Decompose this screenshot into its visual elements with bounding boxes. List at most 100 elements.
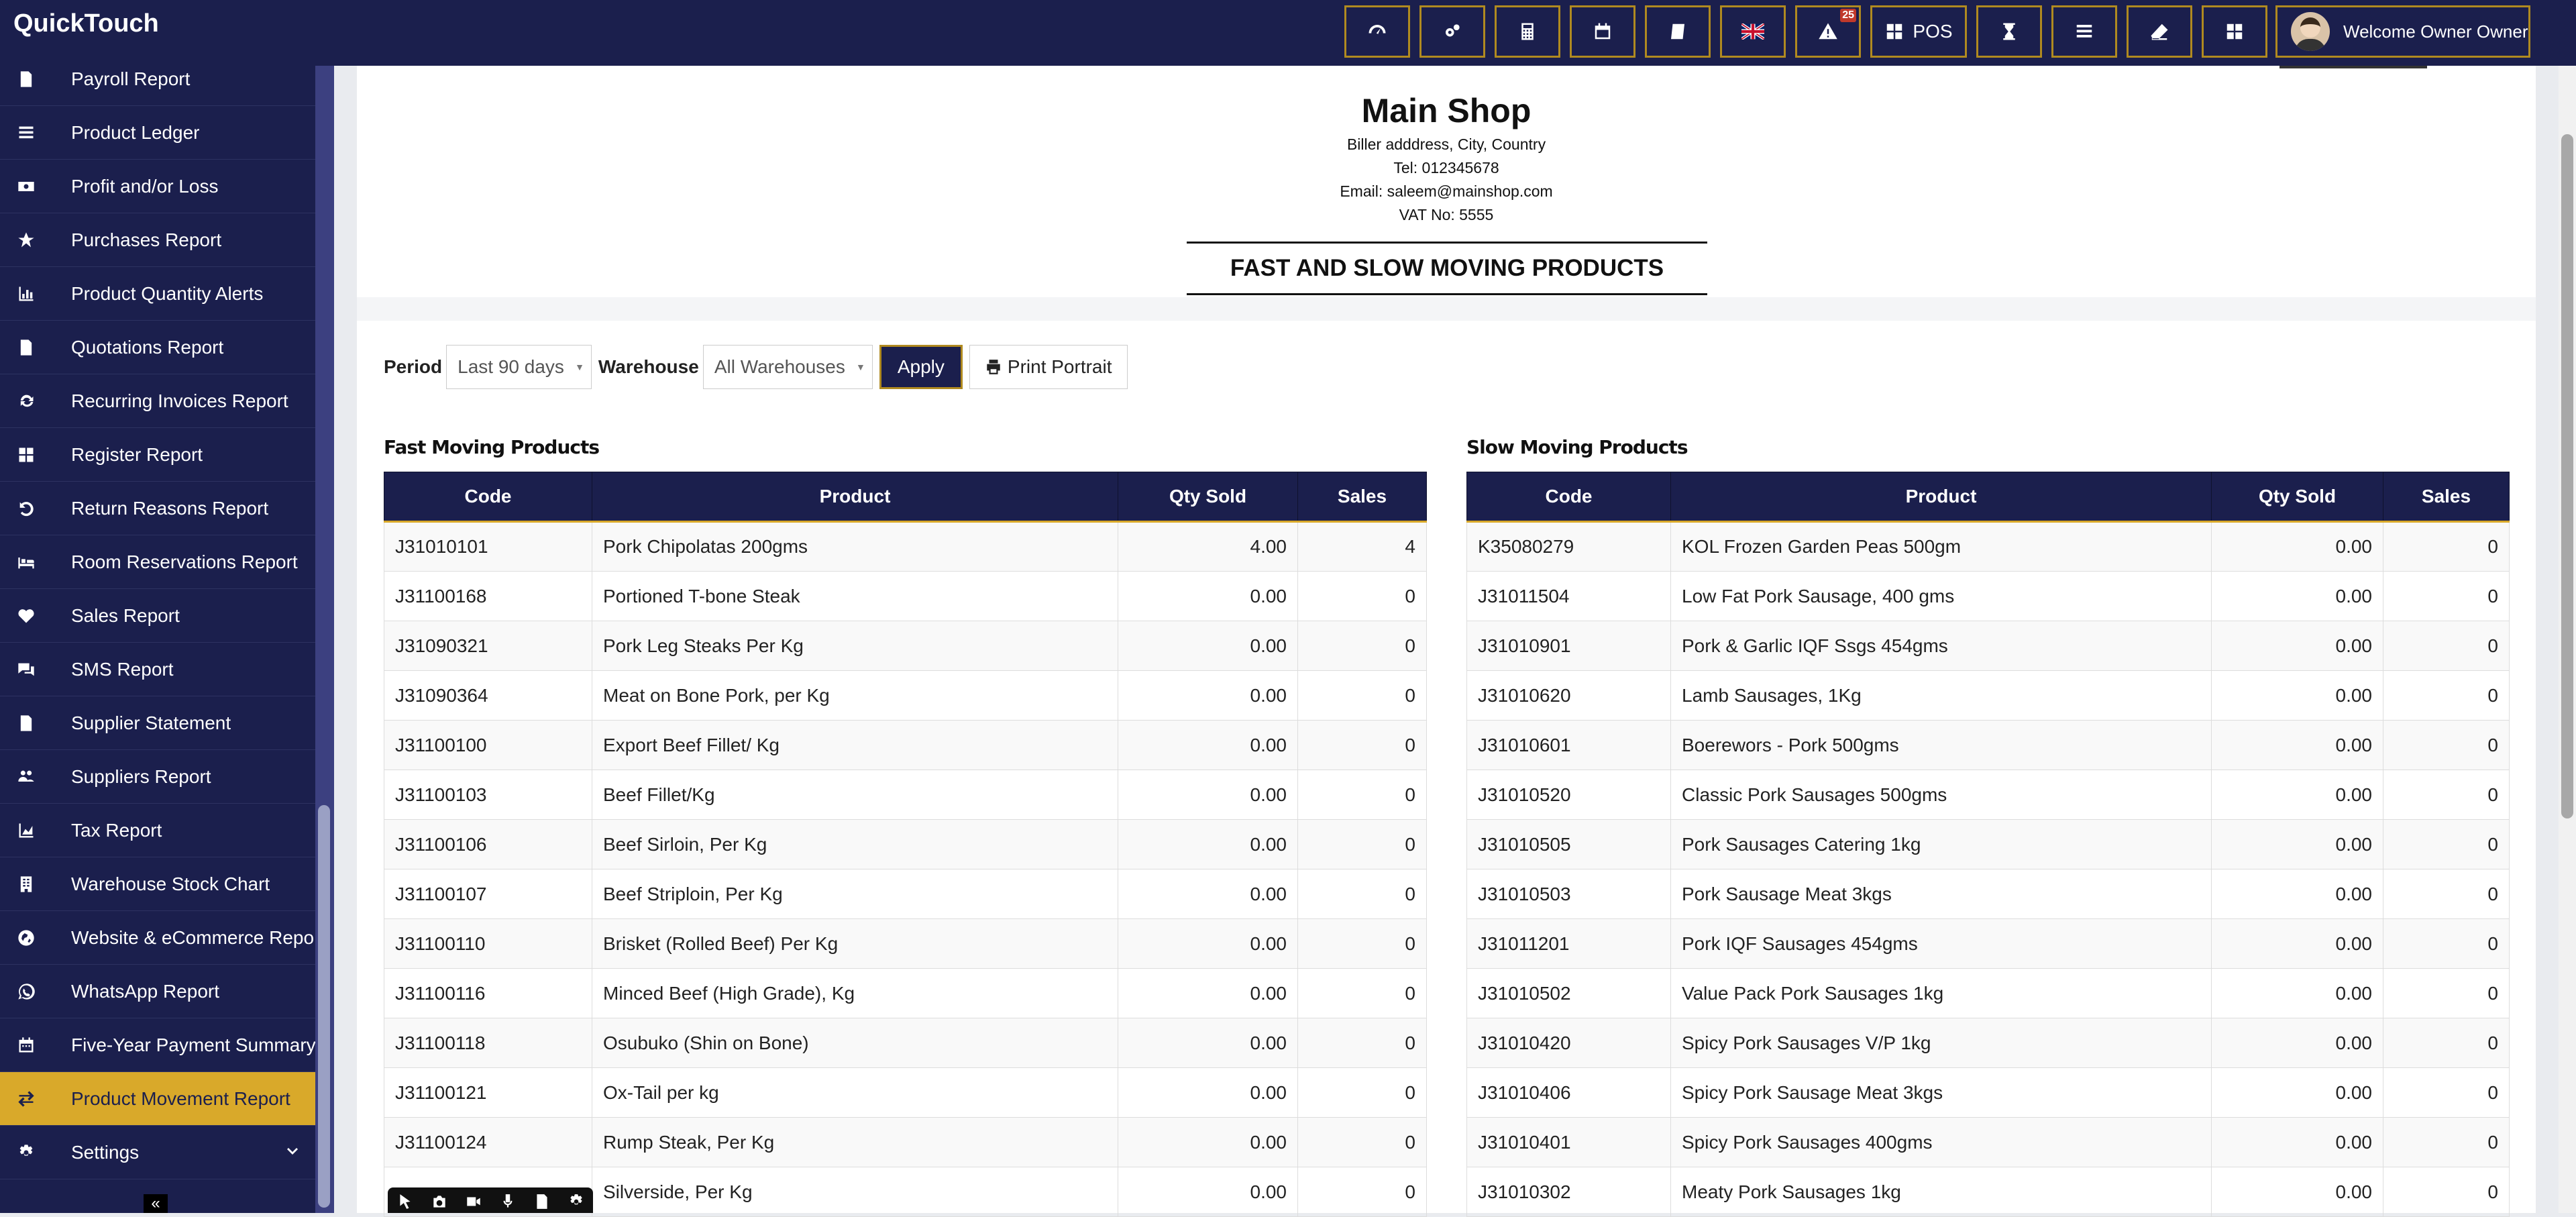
product-cell: Spicy Pork Sausage Meat 3kgs <box>1670 1067 2212 1118</box>
list-button[interactable] <box>2051 5 2117 58</box>
calendar-icon <box>1595 23 1611 40</box>
qty-sold-cell: 0.00 <box>1118 1067 1298 1118</box>
exchange-icon <box>16 1089 36 1109</box>
period-select[interactable]: Last 90 days <box>446 345 592 389</box>
qty-sold-cell: 0.00 <box>1118 571 1298 621</box>
page-scrollbar-thumb[interactable] <box>2561 134 2573 818</box>
column-header-qty-sold[interactable]: Qty Sold <box>1118 472 1298 523</box>
warehouse-select[interactable]: All Warehouses <box>702 345 873 389</box>
grid-icon <box>16 445 36 465</box>
alerts-button[interactable]: 25 <box>1795 5 1861 58</box>
sidebar-item-register-report[interactable]: Register Report <box>0 428 315 482</box>
sidebar-item-room-reservations-report[interactable]: Room Reservations Report <box>0 535 315 589</box>
qty-sold-cell: 0.00 <box>2211 1117 2383 1167</box>
hourglass-button[interactable] <box>1976 5 2042 58</box>
sales-cell: 0 <box>1297 670 1427 721</box>
qty-sold-cell: 0.00 <box>2211 968 2383 1018</box>
sidebar-item-payroll-report[interactable]: Payroll Report <box>0 66 315 106</box>
sidebar-item-supplier-statement[interactable]: Supplier Statement <box>0 696 315 750</box>
dashboard-button[interactable] <box>1344 5 1410 58</box>
qty-sold-cell: 0.00 <box>2211 819 2383 869</box>
sidebar-item-profit-and-or-loss[interactable]: Profit and/or Loss <box>0 160 315 213</box>
apply-button[interactable]: Apply <box>879 345 963 389</box>
sidebar-item-product-ledger[interactable]: Product Ledger <box>0 106 315 160</box>
sidebar-item-quotations-report[interactable]: Quotations Report <box>0 321 315 374</box>
table-row: K35080279 KOL Frozen Garden Peas 500gm 0.0… <box>1466 521 2510 572</box>
sidebar-item-whatsapp-report[interactable]: WhatsApp Report <box>0 965 315 1018</box>
column-header-code[interactable]: Code <box>1466 472 1671 523</box>
warehouse-label: Warehouse <box>598 356 699 377</box>
money-icon <box>16 176 36 197</box>
sales-cell: 0 <box>1297 1067 1427 1118</box>
microphone-button[interactable] <box>499 1193 517 1208</box>
dashboard-icon <box>1368 25 1386 34</box>
document-button[interactable] <box>533 1193 551 1209</box>
product-cell: Brisket (Rolled Beef) Per Kg <box>592 918 1118 969</box>
pos-button[interactable]: POS <box>1870 5 1967 58</box>
code-cell: J31010401 <box>1466 1117 1671 1167</box>
calendar-button[interactable] <box>1570 5 1635 58</box>
eraser-button[interactable] <box>2127 5 2192 58</box>
qty-sold-cell: 0.00 <box>2211 571 2383 621</box>
qty-sold-cell: 0.00 <box>1118 869 1298 919</box>
sidebar-item-product-quantity-alerts[interactable]: Product Quantity Alerts <box>0 267 315 321</box>
sidebar-item-sales-report[interactable]: Sales Report <box>0 589 315 643</box>
report-title: FAST AND SLOW MOVING PRODUCTS <box>1187 242 1707 295</box>
pointer-tool-button[interactable] <box>396 1193 414 1209</box>
print-portrait-button[interactable]: Print Portrait <box>969 345 1128 389</box>
hourglass-icon <box>2003 23 2015 40</box>
sidebar-item-return-reasons-report[interactable]: Return Reasons Report <box>0 482 315 535</box>
table-row: J31100124 Rump Steak, Per Kg 0.00 0 <box>384 1117 1427 1167</box>
column-header-qty-sold[interactable]: Qty Sold <box>2211 472 2383 523</box>
sales-cell: 0 <box>1297 1167 1427 1217</box>
column-header-product[interactable]: Product <box>1670 472 2212 523</box>
settings-gears-button[interactable] <box>1419 5 1485 58</box>
sidebar-item-settings[interactable]: Settings <box>0 1126 315 1179</box>
column-header-sales[interactable]: Sales <box>2383 472 2510 523</box>
sidebar-scrollbar-thumb[interactable] <box>318 805 330 1208</box>
column-header-code[interactable]: Code <box>384 472 592 523</box>
sidebar-item-warehouse-stock-chart[interactable]: Warehouse Stock Chart <box>0 857 315 911</box>
table-row: J31010601 Boerewors - Pork 500gms 0.00 0 <box>1466 720 2510 770</box>
apps-button[interactable] <box>2202 5 2267 58</box>
file-icon <box>16 69 36 89</box>
column-header-sales[interactable]: Sales <box>1297 472 1427 523</box>
toolbar-settings-button[interactable] <box>568 1193 585 1208</box>
biller-email: Email: saleem@mainshop.com <box>1340 182 1553 200</box>
table-header-row: Code Product Qty Sold Sales <box>384 472 1427 523</box>
uk-flag-icon <box>1741 23 1764 40</box>
table-row: J31090321 Pork Leg Steaks Per Kg 0.00 0 <box>384 621 1427 671</box>
product-cell: Pork Sausage Meat 3kgs <box>1670 869 2212 919</box>
sidebar-item-website-ecommerce-repo[interactable]: Website & eCommerce Repo <box>0 911 315 965</box>
chevron-down-icon <box>284 1143 301 1159</box>
camera-icon <box>433 1196 445 1208</box>
sidebar-item-purchases-report[interactable]: Purchases Report <box>0 213 315 267</box>
sidebar-item-product-movement-report[interactable]: Product Movement Report <box>0 1072 315 1126</box>
column-header-product[interactable]: Product <box>592 472 1118 523</box>
register-button[interactable] <box>1645 5 1711 58</box>
sidebar: Payroll Report Product Ledger Profit and/o… <box>0 66 315 1213</box>
sidebar-item-recurring-invoices-report[interactable]: Recurring Invoices Report <box>0 374 315 428</box>
user-menu-button[interactable]: Welcome Owner Owner <box>2275 5 2530 58</box>
brand-logo[interactable]: QuickTouch <box>13 9 159 38</box>
code-cell: J31010601 <box>1466 720 1671 770</box>
video-button[interactable] <box>465 1193 482 1208</box>
sidebar-item-tax-report[interactable]: Tax Report <box>0 804 315 857</box>
sidebar-item-sms-report[interactable]: SMS Report <box>0 643 315 696</box>
sidebar-item-five-year-payment-summary[interactable]: Five-Year Payment Summary <box>0 1018 315 1072</box>
slow-moving-title: Slow Moving Products <box>1466 436 1688 458</box>
file-icon <box>16 713 36 733</box>
product-cell: Boerewors - Pork 500gms <box>1670 720 2212 770</box>
product-cell: Pork Sausages Catering 1kg <box>1670 819 2212 869</box>
sidebar-item-suppliers-report[interactable]: Suppliers Report <box>0 750 315 804</box>
table-row: J31011504 Low Fat Pork Sausage, 400 gms 0.… <box>1466 571 2510 621</box>
filter-bar: Period Last 90 days Warehouse All Wareho… <box>384 343 1128 390</box>
sidebar-item-label: Suppliers Report <box>71 765 211 787</box>
product-cell: Meaty Pork Sausages 1kg <box>1670 1167 2212 1217</box>
language-button[interactable] <box>1720 5 1786 58</box>
sidebar-collapse-button[interactable]: « <box>144 1194 168 1213</box>
camera-button[interactable] <box>431 1193 448 1208</box>
sales-cell: 0 <box>1297 869 1427 919</box>
header-divider <box>2279 66 2427 68</box>
calculator-button[interactable] <box>1495 5 1560 58</box>
